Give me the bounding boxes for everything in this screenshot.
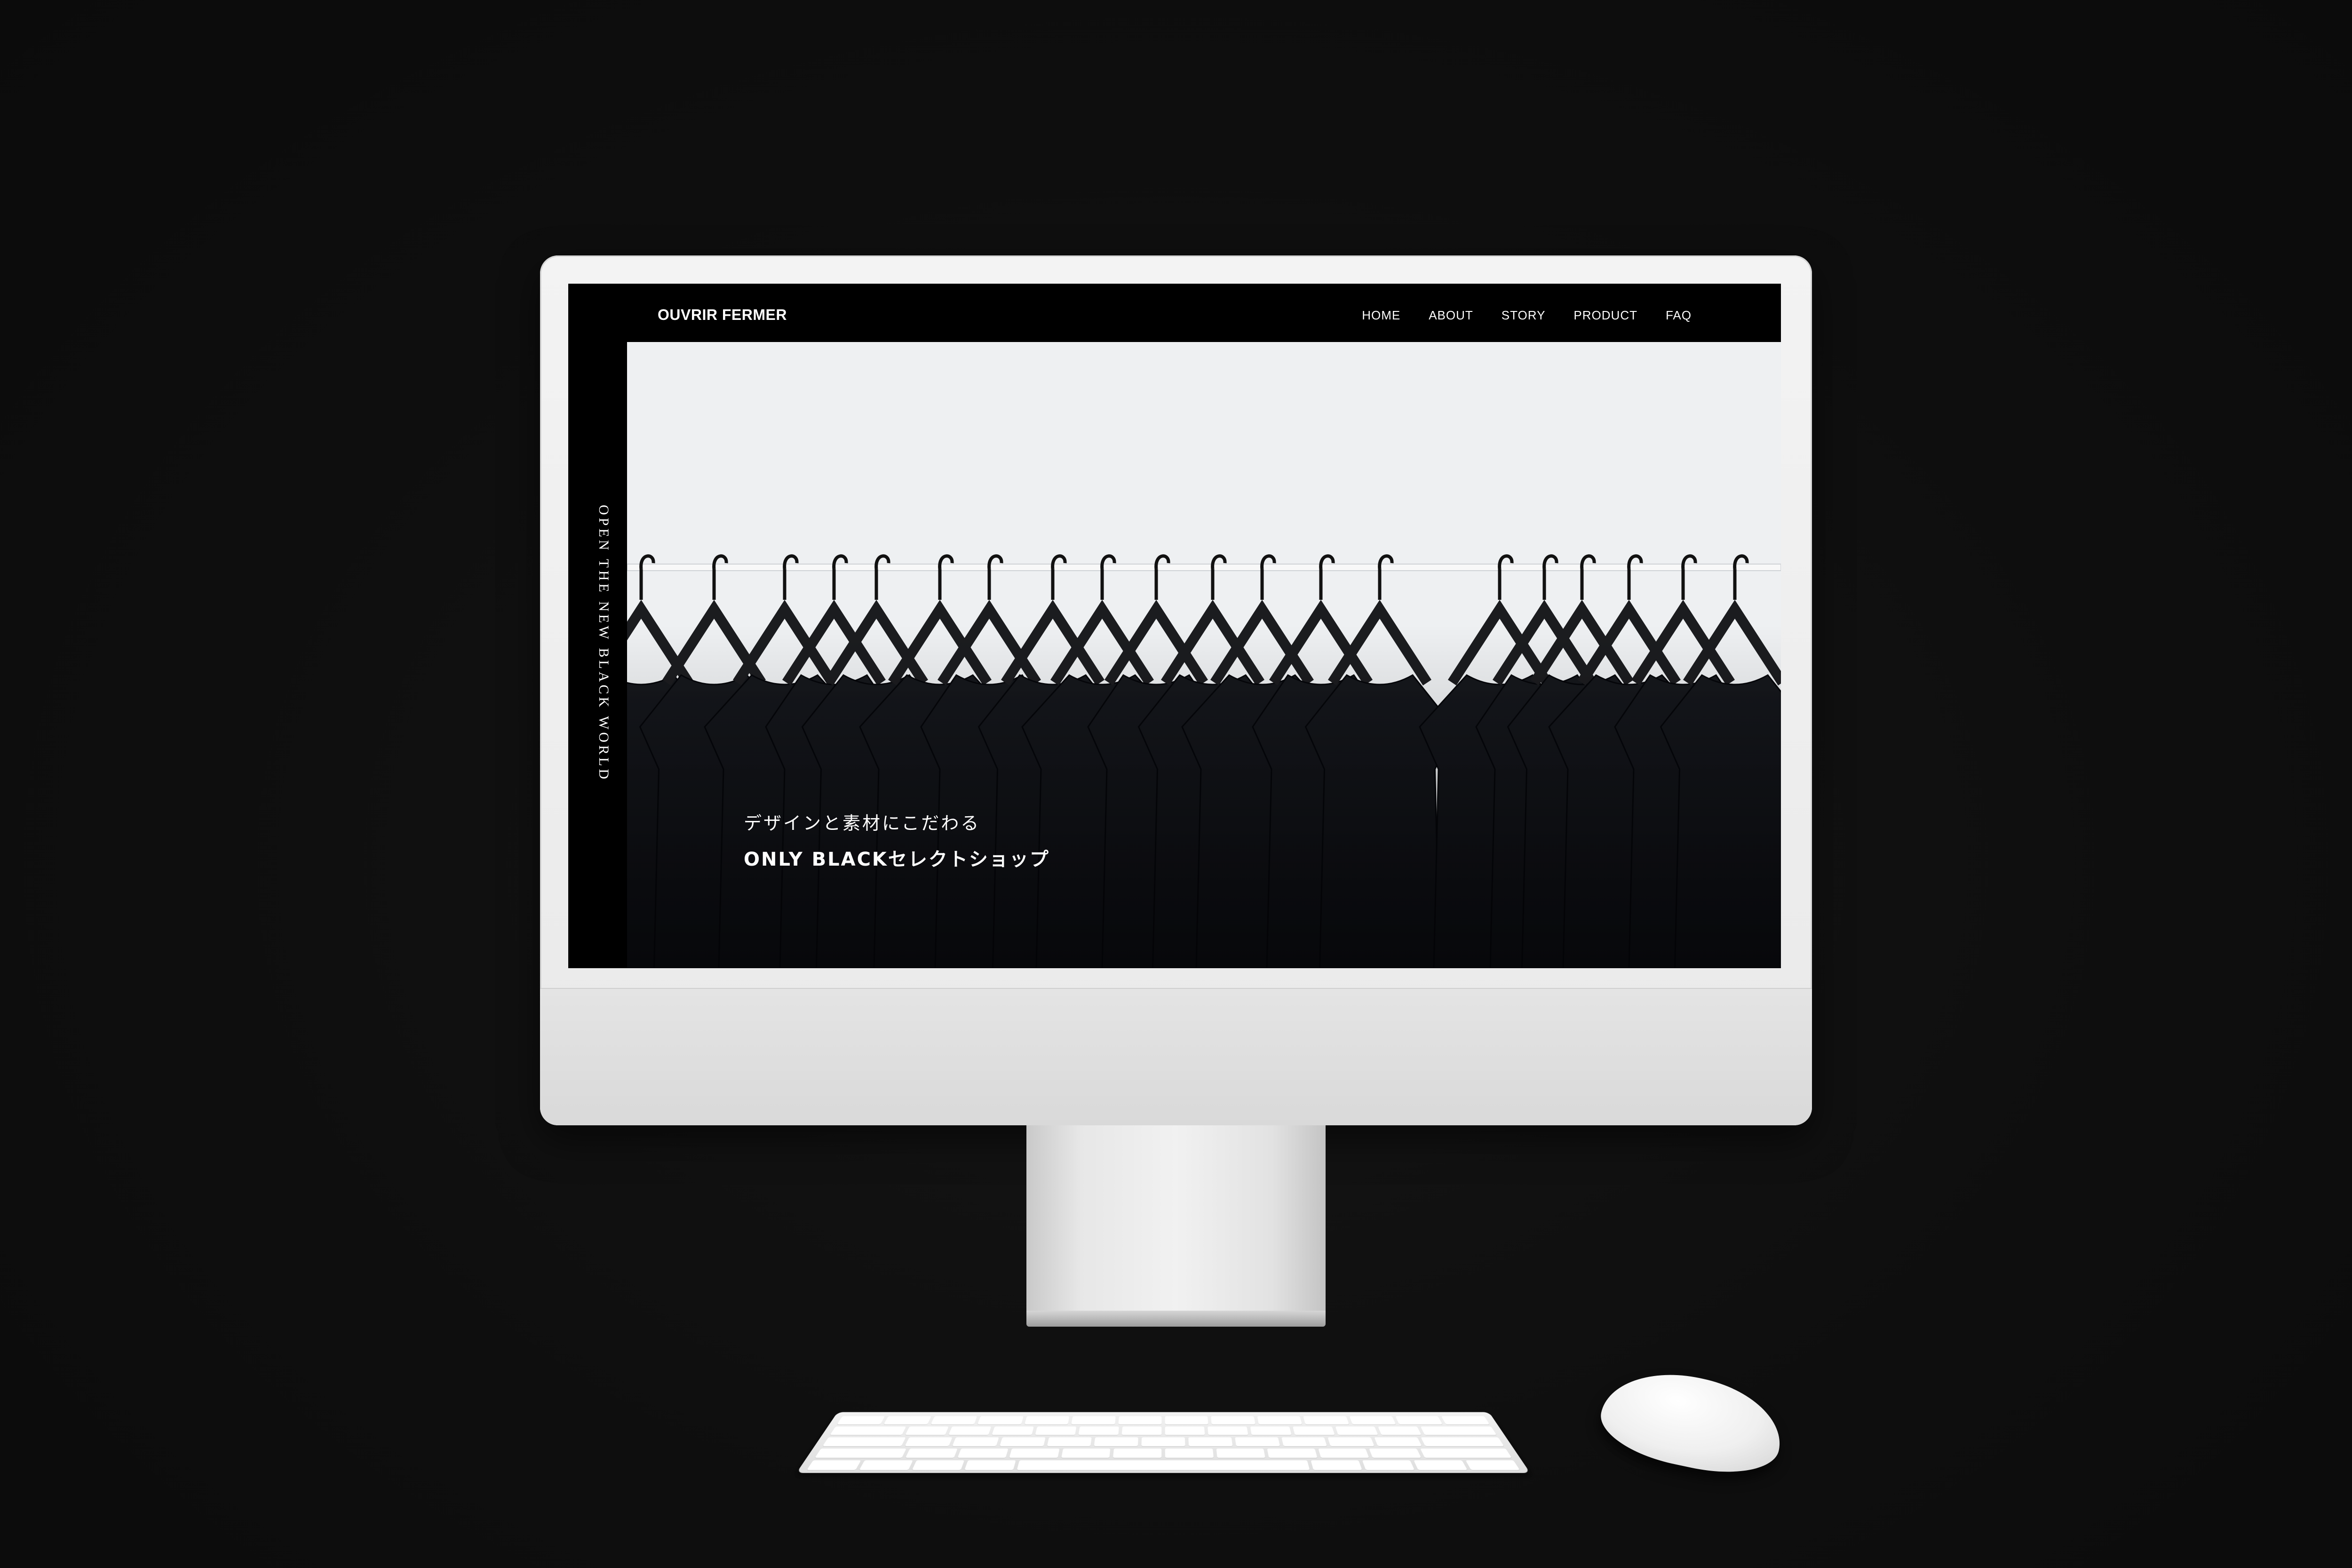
hero-subtitle: デザインと素材にこだわる	[744, 809, 1050, 835]
side-tagline: OPEN THE NEW BLACK WORLD	[583, 505, 612, 825]
website-screen: OUVRIR FERMER HOME ABOUT STORY PRODUCT F…	[568, 284, 1781, 968]
imac-chin	[540, 988, 1812, 1125]
nav-story[interactable]: STORY	[1502, 308, 1546, 323]
hero-copy: デザインと素材にこだわる ONLY BLACKセレクトショップ	[744, 809, 1050, 871]
imac-monitor: OUVRIR FERMER HOME ABOUT STORY PRODUCT F…	[540, 255, 1812, 1125]
keyboard-row	[830, 1426, 1496, 1435]
photo-shading	[627, 624, 1781, 968]
hero-title: ONLY BLACKセレクトショップ	[744, 844, 1050, 871]
imac-stand	[1026, 1125, 1326, 1318]
nav-product[interactable]: PRODUCT	[1573, 308, 1637, 323]
nav-home[interactable]: HOME	[1362, 308, 1400, 323]
keyboard-row	[807, 1460, 1520, 1470]
brand-logo[interactable]: OUVRIR FERMER	[658, 306, 787, 324]
clothes-rail	[627, 564, 1781, 571]
nav-about[interactable]: ABOUT	[1429, 308, 1473, 323]
nav-faq[interactable]: FAQ	[1666, 308, 1692, 323]
hero-image: デザインと素材にこだわる ONLY BLACKセレクトショップ	[627, 342, 1781, 968]
imac-stand-foot	[1026, 1311, 1326, 1327]
keyboard-row	[837, 1416, 1489, 1424]
main-nav: HOME ABOUT STORY PRODUCT FAQ	[1362, 308, 1692, 323]
keyboard-row	[823, 1437, 1504, 1446]
keyboard-icon	[796, 1412, 1530, 1473]
keyboard-row	[815, 1449, 1511, 1458]
site-header: OUVRIR FERMER HOME ABOUT STORY PRODUCT F…	[568, 284, 1781, 342]
clothes-rack-photo	[627, 342, 1781, 968]
